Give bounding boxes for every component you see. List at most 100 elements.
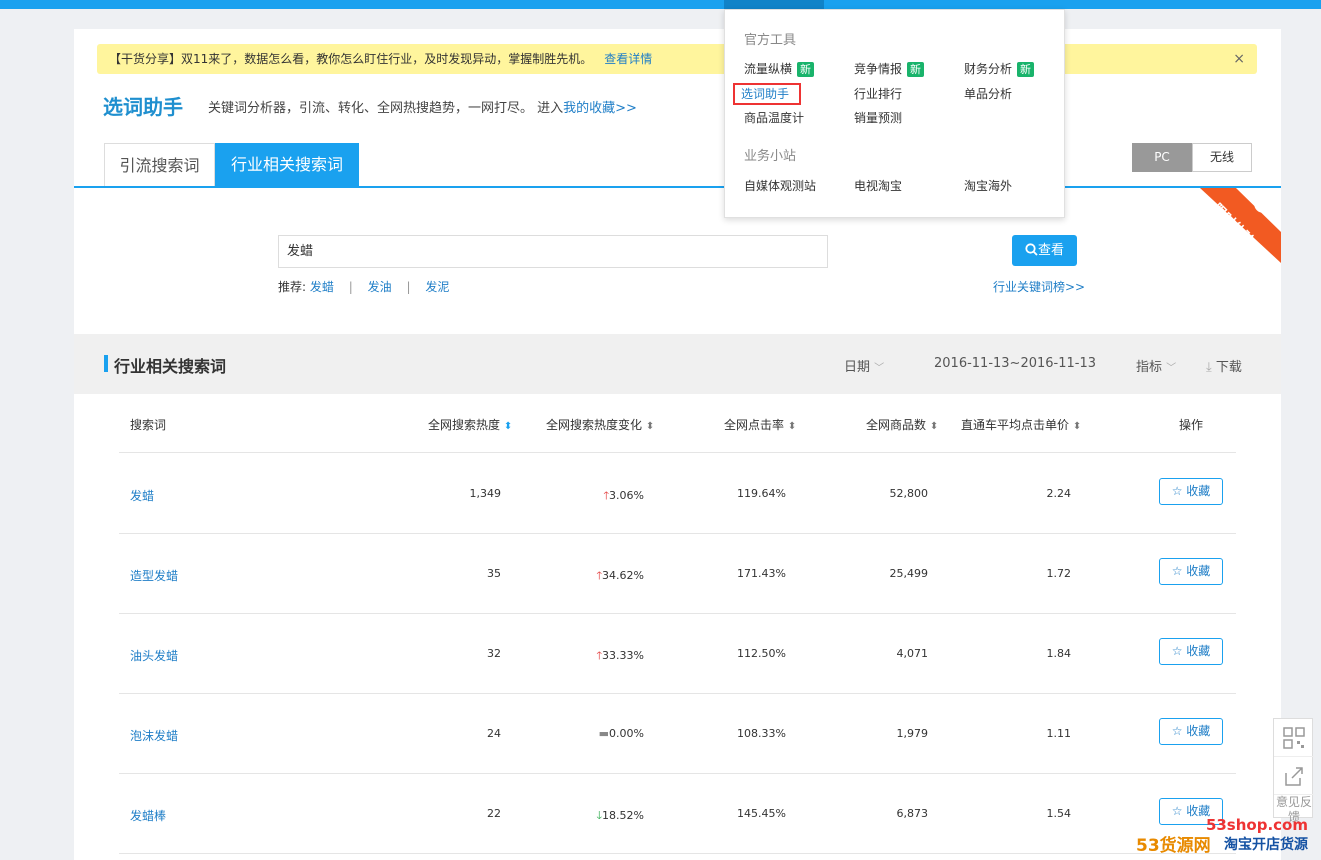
item-count-value: 4,071 xyxy=(896,647,929,660)
menu-item-tv-taobao[interactable]: 电视淘宝 xyxy=(854,177,902,194)
header-cpc[interactable]: 直通车平均点击单价 ⬍ xyxy=(961,416,1081,433)
watermark: 53shop.com 53货源网 淘宝开店货源 xyxy=(1136,814,1316,856)
sort-icon: ⬍ xyxy=(503,421,513,432)
menu-item-thermometer[interactable]: 商品温度计 xyxy=(744,109,804,126)
item-count-value: 52,800 xyxy=(889,487,929,500)
favorite-button[interactable]: ☆ 收藏 xyxy=(1159,478,1223,505)
notice-text: 【干货分享】双11来了，数据怎么看，教你怎么盯住行业，及时发现异动，掌握制胜先机… xyxy=(109,52,593,66)
table-row: 造型发蜡 35 🡑34.62% 171.43% 25,499 1.72 ☆ 收藏 xyxy=(119,534,1236,614)
favorite-button[interactable]: ☆ 收藏 xyxy=(1159,558,1223,585)
menu-item-item-analysis[interactable]: 单品分析 xyxy=(964,85,1012,102)
favorite-button[interactable]: ☆ 收藏 xyxy=(1159,718,1223,745)
header-label: 全网搜索热度 xyxy=(428,418,501,432)
qrcode-icon[interactable] xyxy=(1274,719,1314,757)
page-subtitle: 关键词分析器，引流、转化、全网热搜趋势，一网打尽。 进入我的收藏>> xyxy=(208,97,637,116)
heat-change-value: 🡑33.33% xyxy=(596,647,644,666)
subtitle-text: 关键词分析器，引流、转化、全网热搜趋势，一网打尽。 进入 xyxy=(208,101,564,116)
search-heat-value: 24 xyxy=(487,727,501,740)
divider: | xyxy=(406,280,411,294)
dropdown-group-official-tools: 官方工具 xyxy=(744,33,797,48)
download-label: 下载 xyxy=(1215,360,1242,375)
change-text: 18.52% xyxy=(602,809,644,822)
metric-label: 指标 xyxy=(1136,360,1163,375)
menu-item-taobao-overseas[interactable]: 淘宝海外 xyxy=(964,177,1012,194)
header-label: 全网商品数 xyxy=(866,418,927,432)
search-button[interactable]: 查看 xyxy=(1012,235,1077,266)
keyword-link[interactable]: 油头发蜡 xyxy=(130,647,178,664)
header-label: 直通车平均点击单价 xyxy=(961,418,1070,432)
menu-item-label: 流量纵横 xyxy=(744,62,793,76)
item-count-value: 25,499 xyxy=(889,567,929,580)
sort-icon: ⬍ xyxy=(645,421,655,432)
search-heat-value: 22 xyxy=(487,807,501,820)
menu-item-finance[interactable]: 财务分析新 xyxy=(964,60,1035,77)
table-row: 油头发蜡 32 🡑33.33% 112.50% 4,071 1.84 ☆ 收藏 xyxy=(119,614,1236,694)
notice-banner: 【干货分享】双11来了，数据怎么看，教你怎么盯住行业，及时发现异动，掌握制胜先机… xyxy=(97,44,1257,74)
sort-icon: ⬍ xyxy=(929,421,939,432)
change-text: 34.62% xyxy=(602,569,644,582)
favorite-button[interactable]: ☆ 收藏 xyxy=(1159,638,1223,665)
download-icon: ⤓ xyxy=(1206,360,1212,375)
industry-keyword-list-link[interactable]: 行业关键词榜>> xyxy=(993,278,1085,295)
cpc-value: 1.72 xyxy=(1046,567,1072,580)
recommend-keyword[interactable]: 发蜡 xyxy=(310,280,334,294)
metric-dropdown[interactable]: 指标 ﹀ xyxy=(1136,356,1176,375)
header-search-heat[interactable]: 全网搜索热度 ⬍ xyxy=(428,416,512,433)
trend-flat-icon: ▬ xyxy=(598,727,610,740)
menu-item-media-watch[interactable]: 自媒体观测站 xyxy=(744,177,816,194)
table-row: 泡沫发蜡 24 ▬0.00% 108.33% 1,979 1.11 ☆ 收藏 xyxy=(119,694,1236,774)
menu-item-label: 竞争情报 xyxy=(854,62,903,76)
side-tools: 意见反馈 xyxy=(1273,718,1314,824)
close-icon[interactable]: × xyxy=(1233,44,1245,74)
share-icon[interactable] xyxy=(1274,757,1314,795)
header-heat-change[interactable]: 全网搜索热度变化 ⬍ xyxy=(546,416,654,433)
download-button[interactable]: ⤓ 下载 xyxy=(1206,356,1242,375)
keyword-link[interactable]: 发蜡 xyxy=(130,487,154,504)
dropdown-group-business-sites: 业务小站 xyxy=(744,149,797,164)
ctr-value: 171.43% xyxy=(737,567,786,580)
header-item-count[interactable]: 全网商品数 ⬍ xyxy=(866,416,938,433)
star-icon: ☆ xyxy=(1171,564,1183,578)
favorite-label: 收藏 xyxy=(1186,644,1211,658)
menu-item-traffic[interactable]: 流量纵横新 xyxy=(744,60,815,77)
search-input[interactable]: 发蜡 xyxy=(278,235,828,268)
favorite-label: 收藏 xyxy=(1186,564,1211,578)
item-count-value: 6,873 xyxy=(896,807,929,820)
menu-item-keyword-assistant[interactable]: 选词助手 xyxy=(733,83,802,105)
menu-item-sales-forecast[interactable]: 销量预测 xyxy=(854,109,902,126)
date-label: 日期 xyxy=(844,360,871,375)
top-nav-active-tab[interactable] xyxy=(724,0,824,9)
header-keyword: 搜索词 xyxy=(130,418,167,432)
pc-button[interactable]: PC xyxy=(1132,143,1192,172)
heat-change-value: 🡑34.62% xyxy=(596,567,644,586)
date-range: 2016-11-13~2016-11-13 xyxy=(934,356,1096,371)
recommend-keyword[interactable]: 发油 xyxy=(368,280,392,294)
section-header: 行业相关搜索词 日期 ﹀ 2016-11-13~2016-11-13 指标 ﹀ … xyxy=(74,334,1281,394)
menu-item-competition[interactable]: 竞争情报新 xyxy=(854,60,925,77)
header-action: 操作 xyxy=(1179,418,1204,432)
keyword-link[interactable]: 造型发蜡 xyxy=(130,567,178,584)
watermark-brand: 53货源网 xyxy=(1136,836,1211,856)
heat-change-value: 🡑3.06% xyxy=(603,487,644,506)
search-heat-value: 1,349 xyxy=(469,487,502,500)
new-badge: 新 xyxy=(797,62,815,77)
header-ctr[interactable]: 全网点击率 ⬍ xyxy=(724,416,796,433)
notice-detail-link[interactable]: 查看详情 xyxy=(604,52,652,66)
tab-traffic-keywords[interactable]: 引流搜索词 xyxy=(104,143,215,186)
watermark-tagline: 淘宝开店货源 xyxy=(1224,837,1308,853)
date-dropdown[interactable]: 日期 ﹀ xyxy=(844,356,884,375)
keyword-link[interactable]: 发蜡棒 xyxy=(130,807,166,824)
recommend-keyword[interactable]: 发泥 xyxy=(425,280,449,294)
keyword-link[interactable]: 泡沫发蜡 xyxy=(130,727,178,744)
cpc-value: 1.54 xyxy=(1046,807,1072,820)
tab-underline xyxy=(74,186,1281,188)
menu-item-industry-rank[interactable]: 行业排行 xyxy=(854,85,902,102)
section-accent-bar xyxy=(104,355,108,372)
my-favorites-link[interactable]: 我的收藏>> xyxy=(563,101,637,116)
tab-industry-keywords[interactable]: 行业相关搜索词 xyxy=(215,143,359,186)
wireless-button[interactable]: 无线 xyxy=(1192,143,1252,172)
ctr-value: 112.50% xyxy=(737,647,786,660)
table-header: 搜索词 全网搜索热度 ⬍ 全网搜索热度变化 ⬍ 全网点击率 ⬍ 全网商品数 ⬍ … xyxy=(119,394,1236,453)
favorite-label: 收藏 xyxy=(1186,724,1211,738)
table-row: 发蜡棒 22 🡓18.52% 145.45% 6,873 1.54 ☆ 收藏 xyxy=(119,774,1236,854)
